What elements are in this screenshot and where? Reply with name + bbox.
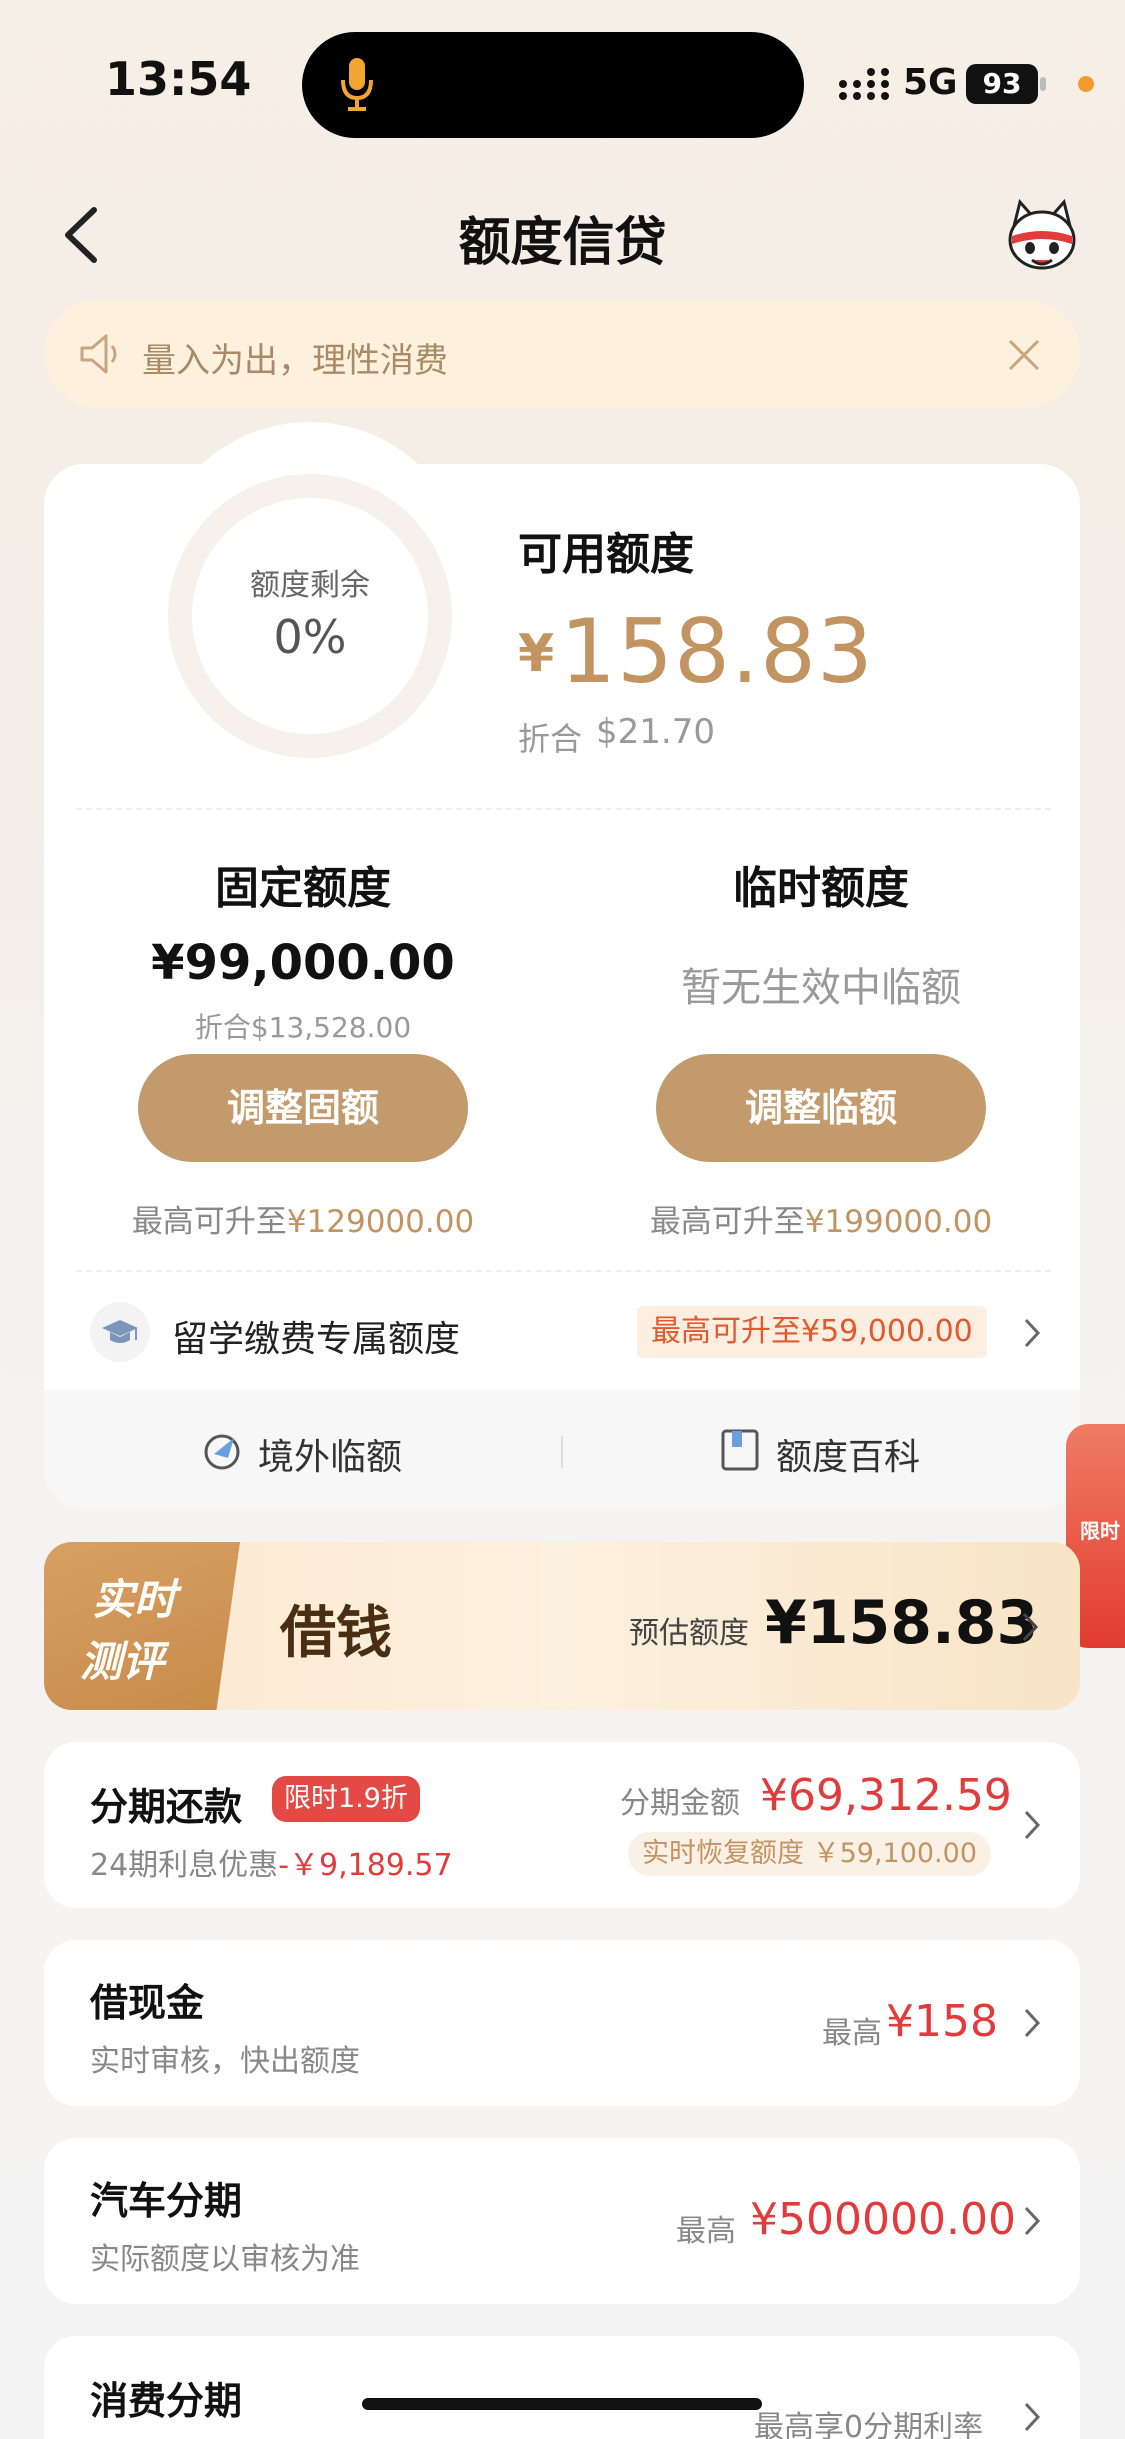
installment-title: 分期还款 <box>90 1785 243 1829</box>
installment-sub-prefix: 24期利息优惠 <box>90 1848 279 1883</box>
credit-wiki-link[interactable]: 额度百科 <box>776 1428 920 1480</box>
consume-sub: 更多商户，更多优惠 <box>90 2430 360 2439</box>
loan-tag-line1: 实时 <box>92 1575 177 1624</box>
chevron-right-icon[interactable] <box>1022 1808 1042 1842</box>
available-amount: 158.83 <box>560 600 874 703</box>
temp-max-prefix: 最高可升至 <box>649 1204 805 1240</box>
ring-value: 0% <box>273 610 347 664</box>
fixed-credit-title: 固定额度 <box>215 863 391 914</box>
available-usd: $21.70 <box>596 712 715 752</box>
consume-title: 消费分期 <box>90 2379 243 2423</box>
battery-tip <box>1040 77 1046 91</box>
loan-tag-line2: 测评 <box>80 1637 165 1686</box>
available-currency: ¥ <box>518 624 555 684</box>
car-max-amount: ¥500000.00 <box>750 2194 1016 2245</box>
fixed-max-value: ¥129000.00 <box>286 1204 475 1240</box>
study-credit-badge: 最高可升至¥59,000.00 <box>637 1306 987 1358</box>
temp-max-line: 最高可升至¥199000.00 <box>606 1196 1036 1241</box>
fixed-credit-amount: ¥99,000.00 <box>151 935 455 991</box>
chevron-right-icon[interactable] <box>1020 1610 1040 1644</box>
globe-plane-icon <box>204 1434 240 1470</box>
speaker-icon <box>80 334 117 374</box>
chevron-right-icon[interactable] <box>1022 2006 1042 2040</box>
installment-recover: 实时恢复额度 ￥59,100.00 <box>628 1832 991 1876</box>
dynamic-island <box>302 32 804 138</box>
divider <box>76 808 1051 810</box>
cash-max-label: 最高 <box>822 2016 882 2051</box>
network-type: 5G <box>903 62 958 103</box>
adjust-temp-button[interactable]: 调整临额 <box>656 1054 986 1162</box>
signal-icon <box>839 68 889 100</box>
microphone-icon <box>341 58 373 111</box>
study-credit-label[interactable]: 留学缴费专属额度 <box>172 1310 460 1362</box>
fixed-max-line: 最高可升至¥129000.00 <box>88 1196 518 1241</box>
installment-amount-label: 分期金额 <box>620 1786 740 1821</box>
loan-estimate-amount: ¥158.83 <box>765 1588 1039 1658</box>
overseas-temp-link[interactable]: 境外临额 <box>258 1428 402 1480</box>
installment-sub: 24期利息优惠-￥9,189.57 <box>90 1840 453 1884</box>
chevron-right-icon[interactable] <box>1022 2400 1042 2434</box>
page-title: 额度信贷 <box>458 213 667 273</box>
cash-title: 借现金 <box>90 1981 205 2025</box>
adjust-fixed-button[interactable]: 调整固额 <box>138 1054 468 1162</box>
loan-estimate-label: 预估额度 <box>629 1616 749 1651</box>
cash-max-amount: ¥158 <box>886 1996 998 2047</box>
promo-float-label: 限时 <box>1080 1519 1120 1543</box>
ring-label: 额度剩余 <box>250 568 370 603</box>
footer-divider <box>561 1436 563 1468</box>
available-usd-label: 折合 <box>518 720 583 758</box>
temp-credit-none: 暂无生效中临额 <box>681 965 961 1011</box>
mascot-icon[interactable] <box>1002 196 1082 276</box>
book-icon <box>721 1429 759 1471</box>
battery-level: 93 <box>966 64 1038 104</box>
privacy-indicator <box>1078 76 1094 92</box>
home-indicator[interactable] <box>362 2398 762 2410</box>
notice-text: 量入为出，理性消费 <box>142 341 448 381</box>
status-time: 13:54 <box>105 52 252 106</box>
temp-max-value: ¥199000.00 <box>804 1204 993 1240</box>
car-sub: 实际额度以审核为准 <box>90 2242 360 2277</box>
chevron-right-icon[interactable] <box>1022 2204 1042 2238</box>
loan-title: 借钱 <box>280 1600 392 1666</box>
installment-amount: ¥69,312.59 <box>760 1770 1012 1821</box>
divider <box>76 1270 1051 1272</box>
fixed-credit-usd: 折合$13,528.00 <box>194 1011 412 1044</box>
car-title: 汽车分期 <box>90 2179 243 2223</box>
installment-badge: 限时1.9折 <box>272 1776 420 1822</box>
installment-discount: -￥9,189.57 <box>278 1848 453 1883</box>
car-max-label: 最高 <box>676 2214 736 2249</box>
cash-sub: 实时审核，快出额度 <box>90 2044 360 2079</box>
available-label: 可用额度 <box>518 529 694 580</box>
chevron-right-icon[interactable] <box>1022 1316 1042 1350</box>
fixed-max-prefix: 最高可升至 <box>131 1204 287 1240</box>
consume-rate-label: 最高享0分期利率 <box>754 2410 984 2439</box>
graduation-cap-icon <box>90 1302 150 1362</box>
temp-credit-title: 临时额度 <box>733 863 909 914</box>
close-icon[interactable] <box>1005 336 1043 374</box>
